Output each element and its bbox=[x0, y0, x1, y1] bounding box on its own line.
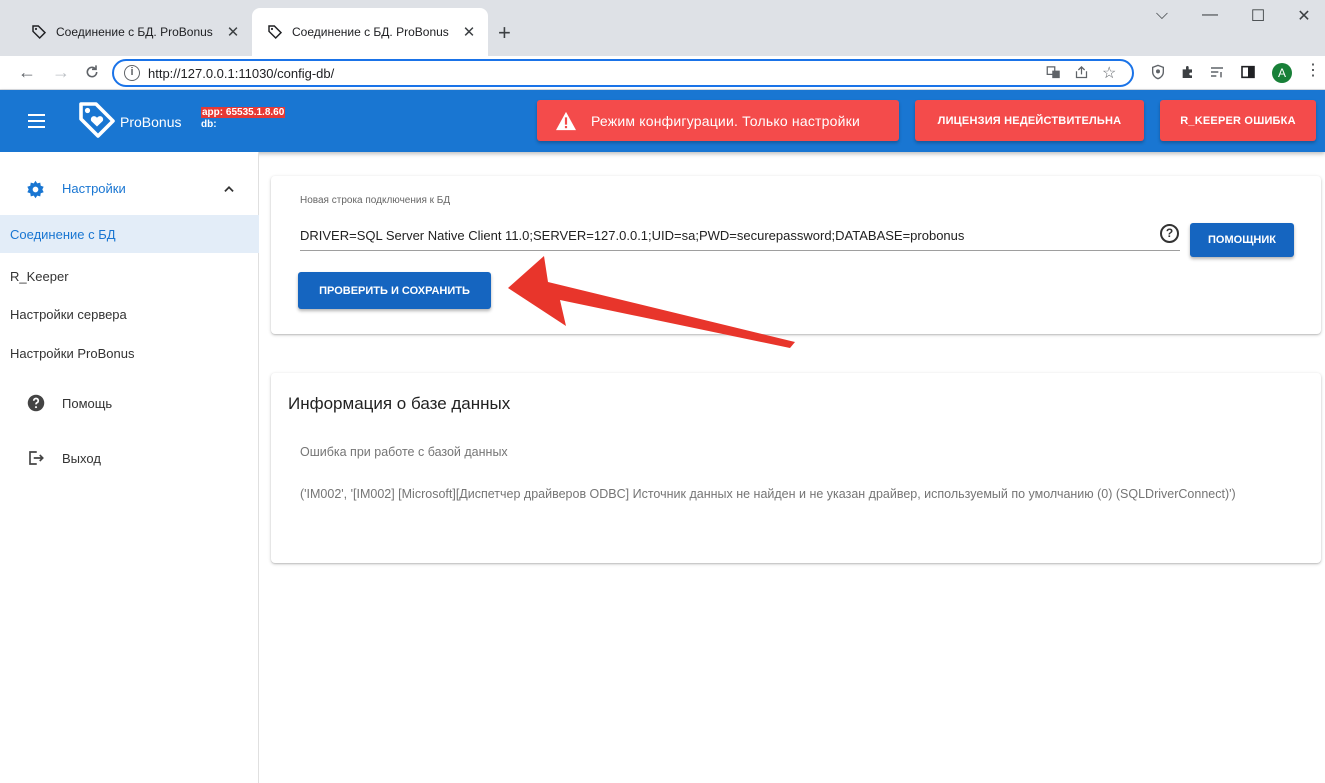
warning-icon bbox=[556, 111, 576, 130]
profile-avatar[interactable]: A bbox=[1272, 63, 1292, 83]
db-info-card: Информация о базе данных Ошибка при рабо… bbox=[271, 373, 1321, 563]
tab-search-icon[interactable]: ⌵ bbox=[1140, 6, 1184, 24]
menu-icon[interactable] bbox=[28, 114, 45, 128]
sidebar-item-rkeeper[interactable]: R_Keeper bbox=[0, 257, 259, 295]
sidebar-section-label: Настройки bbox=[62, 181, 126, 196]
helper-button[interactable]: ПОМОЩНИК bbox=[1190, 223, 1294, 257]
chevron-up-icon[interactable] bbox=[222, 178, 236, 201]
extensions-puzzle-icon[interactable] bbox=[1180, 64, 1196, 85]
probonus-logo-icon bbox=[76, 99, 118, 141]
forward-icon[interactable]: → bbox=[52, 62, 70, 82]
shield-extension-icon[interactable] bbox=[1150, 64, 1166, 85]
bookmark-star-icon[interactable]: ☆ bbox=[1102, 63, 1116, 83]
url-text: http://127.0.0.1:11030/config-db/ bbox=[148, 66, 335, 81]
logout-icon bbox=[27, 449, 45, 470]
browser-tab[interactable]: Соединение с БД. ProBonus ✕ bbox=[16, 8, 252, 56]
check-and-save-button[interactable]: ПРОВЕРИТЬ И СОХРАНИТЬ bbox=[298, 272, 491, 309]
reload-icon[interactable] bbox=[84, 62, 100, 84]
address-bar[interactable]: i http://127.0.0.1:11030/config-db/ ☆ bbox=[112, 59, 1134, 87]
sidebar-item-db-connection[interactable]: Соединение с БД bbox=[0, 215, 259, 253]
mode-banner-text: Режим конфигурации. Только настройки bbox=[591, 112, 860, 129]
brand-name: ProBonus bbox=[120, 114, 182, 130]
tab-close-icon[interactable]: ✕ bbox=[224, 23, 242, 41]
sidebar-item-label: Выход bbox=[62, 450, 101, 466]
connection-card: Новая строка подключения к БД DRIVER=SQL… bbox=[271, 176, 1321, 334]
maximize-button[interactable]: ☐ bbox=[1236, 6, 1280, 26]
site-info-icon[interactable]: i bbox=[124, 65, 140, 81]
sidebar-item-label: Помощь bbox=[62, 395, 113, 411]
sidebar-item-probonus-settings[interactable]: Настройки ProBonus bbox=[0, 334, 259, 372]
tab-title: Соединение с БД. ProBonus bbox=[56, 25, 213, 39]
side-panel-icon[interactable] bbox=[1240, 64, 1256, 85]
version-info: app: 65535.1.8.60 db: bbox=[201, 107, 286, 131]
sidebar-item-help[interactable]: Помощь bbox=[0, 384, 259, 422]
sidebar-item-logout[interactable]: Выход bbox=[0, 439, 259, 477]
sidebar-item-label: Настройки ProBonus bbox=[10, 345, 135, 361]
translate-icon[interactable] bbox=[1046, 65, 1061, 83]
sidebar-item-label: R_Keeper bbox=[10, 268, 69, 284]
db-error-detail: ('IM002', '[IM002] [Microsoft][Диспетчер… bbox=[300, 487, 1236, 501]
sidebar: Настройки Соединение с БД R_Keeper Настр… bbox=[0, 152, 259, 783]
sidebar-item-label: Соединение с БД bbox=[10, 226, 116, 242]
connection-string-label: Новая строка подключения к БД bbox=[300, 195, 451, 206]
config-mode-banner[interactable]: Режим конфигурации. Только настройки bbox=[537, 100, 899, 141]
tab-title: Соединение с БД. ProBonus bbox=[292, 25, 449, 39]
tab-close-icon[interactable]: ✕ bbox=[460, 23, 478, 41]
sidebar-item-label: Настройки сервера bbox=[10, 306, 127, 322]
share-icon[interactable] bbox=[1074, 65, 1089, 83]
sidebar-section-settings[interactable]: Настройки bbox=[0, 172, 259, 208]
question-icon[interactable]: ? bbox=[1160, 224, 1179, 243]
app-header: ProBonus app: 65535.1.8.60 db: Режим кон… bbox=[0, 90, 1325, 152]
sidebar-item-server-settings[interactable]: Настройки сервера bbox=[0, 295, 259, 333]
rkeeper-error-button[interactable]: R_KEEPER ОШИБКА bbox=[1160, 100, 1316, 141]
license-invalid-button[interactable]: ЛИЦЕНЗИЯ НЕДЕЙСТВИТЕЛЬНА bbox=[915, 100, 1144, 141]
tag-heart-icon bbox=[266, 23, 284, 41]
browser-toolbar: ← → i http://127.0.0.1:11030/config-db/ … bbox=[0, 56, 1325, 90]
new-tab-button[interactable]: + bbox=[498, 22, 511, 44]
db-label: db: bbox=[201, 119, 217, 130]
input-underline bbox=[300, 250, 1180, 251]
db-error-text: Ошибка при работе с базой данных bbox=[300, 445, 508, 459]
connection-string-input[interactable]: DRIVER=SQL Server Native Client 11.0;SER… bbox=[300, 228, 964, 243]
browser-tab-active[interactable]: Соединение с БД. ProBonus ✕ bbox=[252, 8, 488, 56]
reading-list-icon[interactable] bbox=[1209, 64, 1225, 85]
close-window-button[interactable]: ✕ bbox=[1282, 6, 1325, 26]
help-circle-icon bbox=[27, 394, 45, 415]
gear-icon bbox=[26, 180, 45, 204]
app-version: app: 65535.1.8.60 bbox=[201, 107, 286, 118]
tag-heart-icon bbox=[30, 23, 48, 41]
db-info-title: Информация о базе данных bbox=[288, 394, 511, 413]
more-menu-icon[interactable]: ⋮ bbox=[1305, 62, 1321, 80]
browser-tab-bar: Соединение с БД. ProBonus ✕ Соединение с… bbox=[0, 0, 1325, 56]
back-icon[interactable]: ← bbox=[18, 62, 36, 82]
minimize-button[interactable]: — bbox=[1188, 6, 1232, 24]
